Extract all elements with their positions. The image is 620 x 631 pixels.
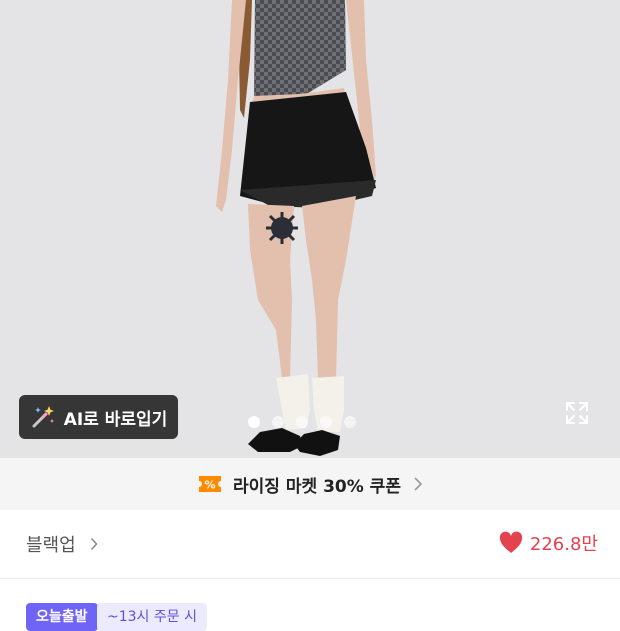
carousel-dot[interactable] [248, 416, 260, 428]
chevron-right-icon [90, 537, 98, 551]
brand-name-link[interactable]: 블랙업 [26, 531, 76, 557]
chevron-right-icon [414, 477, 423, 491]
carousel-dot[interactable] [296, 416, 308, 428]
coupon-banner[interactable]: % 라이징 마켓 30% 쿠폰 [0, 458, 620, 510]
svg-text:%: % [205, 479, 216, 492]
magic-wand-icon [32, 406, 54, 428]
like-count: 226.8만 [529, 534, 598, 555]
heart-icon [499, 531, 523, 553]
product-image-carousel[interactable]: AI로 바로입기 [0, 0, 620, 458]
today-shipping-badge: 오늘출발 [26, 603, 98, 631]
carousel-dot[interactable] [344, 416, 356, 428]
product-photo [0, 0, 620, 458]
ai-try-on-button[interactable]: AI로 바로입기 [19, 395, 178, 439]
like-button[interactable]: 226.8만 [498, 530, 598, 556]
coupon-icon: % [199, 476, 222, 492]
coupon-label: 라이징 마켓 30% 쿠폰 [233, 476, 401, 497]
carousel-dot[interactable] [272, 416, 284, 428]
brand-row: 블랙업 226.8만 [0, 510, 620, 579]
carousel-dot[interactable] [320, 416, 332, 428]
ai-try-on-label: AI로 바로입기 [63, 409, 168, 430]
carousel-indicator [248, 416, 356, 428]
shipping-condition-text: ~13시 주문 시 [97, 603, 207, 631]
delivery-info: 오늘출발 ~13시 주문 시 [0, 579, 620, 631]
expand-icon[interactable] [564, 400, 590, 426]
